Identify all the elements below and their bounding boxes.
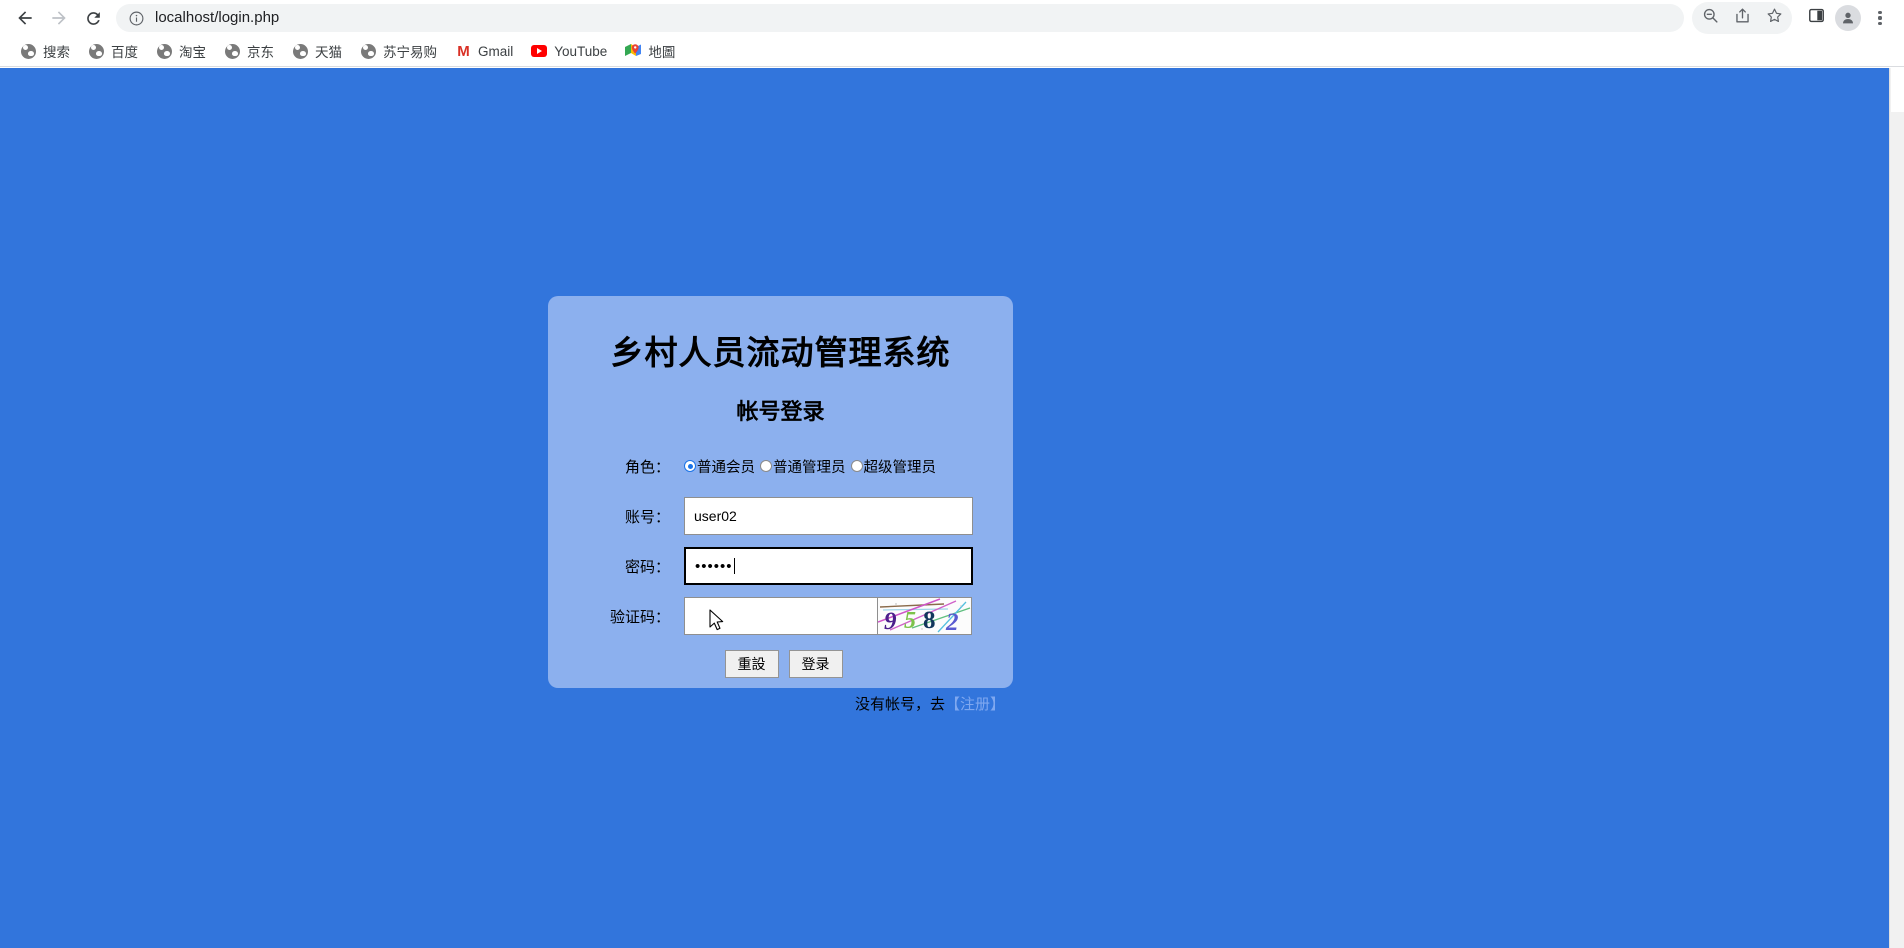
back-button[interactable] — [8, 1, 42, 35]
bookmark-item-gmail[interactable]: M Gmail — [447, 39, 521, 63]
gmail-icon: M — [457, 42, 469, 60]
radio-icon — [850, 460, 863, 472]
chrome-menu-button[interactable] — [1864, 2, 1896, 34]
bookmark-item-maps[interactable]: 地圖 — [617, 39, 683, 63]
form-row-captcha: 验证码： 9 5 8 2 — [548, 594, 1013, 638]
side-panel-icon — [1807, 6, 1826, 30]
radio-option-normal-member[interactable]: 普通会员 — [684, 456, 755, 477]
svg-text:5: 5 — [904, 608, 916, 634]
bookmark-item-jd[interactable]: 京东 — [216, 39, 282, 63]
bookmark-label: 天猫 — [315, 45, 342, 60]
form-row-password: 密码： •••••• — [548, 544, 1013, 588]
bookmark-label: 搜索 — [43, 45, 70, 60]
browser-window: localhost/login.php 搜索 百度 淘宝 京东 天猫 苏宁易购 … — [0, 0, 1904, 948]
globe-icon — [292, 43, 308, 59]
username-value: user02 — [694, 508, 737, 524]
bookmark-item-tmall[interactable]: 天猫 — [284, 39, 350, 63]
captcha-input[interactable] — [684, 597, 878, 635]
back-arrow-icon — [15, 8, 35, 28]
page-viewport: 乡村人员流动管理系统 帐号登录 角色： 普通会员 普通管理员 超级管理员 账号：… — [0, 68, 1904, 948]
bookmark-item-taobao[interactable]: 淘宝 — [148, 39, 214, 63]
radio-option-super-admin[interactable]: 超级管理员 — [850, 456, 937, 477]
role-radio-group: 普通会员 普通管理员 超级管理员 — [684, 456, 938, 477]
bookmark-item-baidu[interactable]: 百度 — [80, 39, 146, 63]
form-actions: 重設 登录 — [554, 650, 1013, 678]
share-icon — [1733, 6, 1752, 30]
bookmark-label: 京东 — [247, 45, 274, 60]
bookmark-item-youtube[interactable]: YouTube — [523, 39, 615, 63]
bookmark-label: 淘宝 — [179, 45, 206, 60]
page-title: 乡村人员流动管理系统 — [610, 334, 951, 371]
globe-icon — [156, 43, 172, 59]
bookmark-label: 百度 — [111, 45, 138, 60]
vertical-scrollbar[interactable] — [1889, 68, 1904, 948]
bookmark-label: Gmail — [478, 43, 514, 59]
profile-avatar-icon — [1835, 5, 1861, 31]
toolbar-action-pill — [1692, 2, 1792, 34]
reload-button[interactable] — [76, 1, 110, 35]
zoom-out-button[interactable] — [1694, 2, 1726, 34]
register-row: 没有帐号，去【注册】 — [548, 693, 1013, 714]
globe-icon — [224, 43, 240, 59]
register-link[interactable]: 【注册】 — [945, 696, 1005, 713]
side-panel-button[interactable] — [1800, 2, 1832, 34]
profile-button[interactable] — [1832, 2, 1864, 34]
zoom-out-icon — [1701, 6, 1720, 30]
form-row-username: 账号： user02 — [548, 494, 1013, 538]
youtube-icon — [531, 43, 548, 59]
bookmark-item-suning[interactable]: 苏宁易购 — [352, 39, 445, 63]
address-bar[interactable]: localhost/login.php — [116, 4, 1684, 32]
reset-button[interactable]: 重設 — [724, 650, 779, 678]
bookmark-label: YouTube — [554, 43, 608, 59]
globe-icon — [360, 43, 376, 59]
bookmark-star-button[interactable] — [1758, 2, 1790, 34]
page-background: 乡村人员流动管理系统 帐号登录 角色： 普通会员 普通管理员 超级管理员 账号：… — [0, 68, 1889, 948]
captcha-label: 验证码： — [609, 608, 670, 626]
bookmarks-bar: 搜索 百度 淘宝 京东 天猫 苏宁易购 M Gmail YouTube 地圖 — [0, 36, 1904, 67]
login-card: 乡村人员流动管理系统 帐号登录 角色： 普通会员 普通管理员 超级管理员 账号：… — [548, 296, 1013, 713]
toolbar-right-actions — [1692, 2, 1896, 34]
username-input[interactable]: user02 — [684, 497, 973, 535]
text-caret — [733, 558, 736, 574]
forward-button[interactable] — [42, 1, 76, 35]
site-info-icon[interactable] — [128, 10, 145, 27]
form-row-role: 角色： 普通会员 普通管理员 超级管理员 — [548, 444, 1013, 488]
login-subtitle: 帐号登录 — [736, 399, 825, 424]
bookmark-label: 地圖 — [648, 45, 676, 60]
role-label: 角色： — [624, 458, 670, 476]
bookmark-star-icon — [1765, 6, 1784, 30]
radio-label: 普通管理员 — [773, 459, 846, 476]
chrome-menu-icon — [1878, 10, 1882, 26]
svg-text:2: 2 — [945, 609, 959, 635]
scrollbar-thumb[interactable] — [1891, 68, 1904, 112]
login-form: 角色： 普通会员 普通管理员 超级管理员 账号： user02 密码： ••••… — [548, 444, 1013, 714]
login-button[interactable]: 登录 — [788, 650, 843, 678]
password-value: •••••• — [695, 557, 733, 575]
globe-icon — [20, 43, 36, 59]
bookmark-label: 苏宁易购 — [383, 45, 437, 60]
address-bar-url: localhost/login.php — [155, 9, 280, 26]
radio-icon — [684, 460, 696, 472]
radio-icon — [760, 460, 772, 472]
globe-icon — [88, 43, 104, 59]
username-label: 账号： — [624, 508, 670, 526]
svg-text:9: 9 — [884, 608, 897, 635]
bookmark-item-search[interactable]: 搜索 — [12, 39, 78, 63]
password-input[interactable]: •••••• — [684, 547, 973, 585]
forward-arrow-icon — [49, 8, 69, 28]
password-label: 密码： — [624, 558, 670, 576]
google-maps-icon — [625, 43, 642, 59]
captcha-image[interactable]: 9 5 8 2 — [878, 597, 972, 635]
radio-option-normal-admin[interactable]: 普通管理员 — [760, 456, 846, 477]
browser-toolbar: localhost/login.php — [0, 0, 1904, 36]
reload-icon — [84, 9, 103, 28]
register-prompt: 没有帐号，去 — [854, 696, 945, 713]
share-button[interactable] — [1726, 2, 1758, 34]
radio-label: 超级管理员 — [863, 459, 937, 476]
radio-label: 普通会员 — [697, 459, 755, 476]
svg-text:8: 8 — [923, 607, 936, 634]
